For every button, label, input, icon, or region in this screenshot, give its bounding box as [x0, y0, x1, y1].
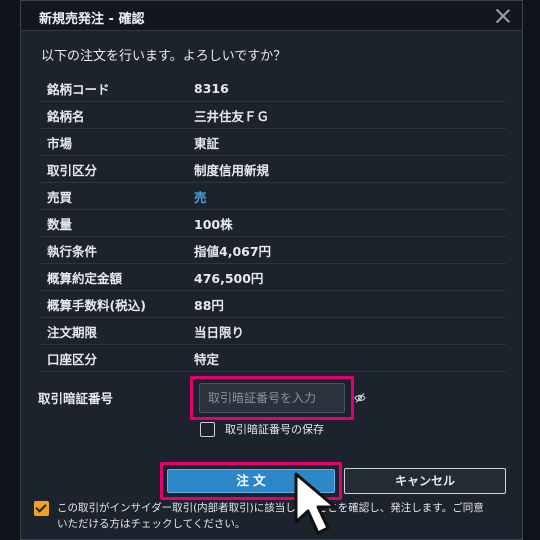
dialog-titlebar: 新規売発注 - 確認 — [21, 1, 522, 31]
row-value: 指値4,067円 — [194, 243, 272, 259]
row-value: 100株 — [194, 216, 233, 232]
table-row: 注文期限 当日限り — [39, 318, 506, 345]
row-value: 東証 — [194, 135, 220, 151]
dialog-title: 新規売発注 - 確認 — [39, 12, 145, 27]
row-label: 概算約定金額 — [47, 270, 123, 286]
save-pin-row: 取引暗証番号の保存 — [200, 421, 324, 437]
row-label: 注文期限 — [47, 324, 98, 340]
mouse-pointer-icon — [294, 472, 337, 535]
order-details-table: 銘柄コード 8316 銘柄名 三井住友ＦＧ 市場 東証 取引区分 制度信用新規 … — [39, 75, 506, 372]
insider-confirm-text: この取引がインサイダー取引(内部者取引)に該当しないことを確認し、発注します。ご… — [57, 502, 484, 530]
row-value: 88円 — [194, 297, 224, 313]
row-label: 概算手数料(税込) — [47, 297, 146, 313]
table-row: 銘柄コード 8316 — [39, 75, 506, 102]
table-row: 概算約定金額 476,500円 — [39, 264, 506, 291]
row-label: 市場 — [47, 135, 73, 151]
row-value: 特定 — [194, 351, 220, 367]
table-row: 口座区分 特定 — [39, 345, 506, 372]
row-value: 8316 — [194, 80, 229, 96]
order-confirm-dialog: 新規売発注 - 確認 以下の注文を行います。よろしいですか？ 銘柄コード 831… — [20, 0, 523, 540]
table-row: 市場 東証 — [39, 129, 506, 156]
row-value: 三井住友ＦＧ — [194, 108, 270, 124]
row-value: 制度信用新規 — [194, 162, 270, 178]
row-label: 銘柄コード — [47, 81, 110, 97]
row-value: 476,500円 — [194, 270, 264, 286]
pin-input[interactable] — [199, 383, 345, 413]
save-pin-checkbox[interactable] — [200, 421, 215, 437]
pin-input-highlight — [190, 376, 354, 420]
row-label: 取引区分 — [47, 162, 98, 178]
pin-label: 取引暗証番号 — [38, 391, 114, 406]
table-row: 概算手数料(税込) 88円 — [39, 291, 506, 318]
table-row: 執行条件 指値4,067円 — [39, 237, 506, 264]
insider-confirm-checkbox[interactable] — [34, 501, 49, 516]
row-label: 口座区分 — [47, 351, 98, 367]
table-row: 売買 売 — [39, 183, 506, 210]
table-row: 数量 100株 — [39, 210, 506, 237]
insider-confirm-row: この取引がインサイダー取引(内部者取引)に該当しないことを確認し、発注します。ご… — [34, 500, 487, 532]
row-label: 数量 — [47, 216, 73, 232]
save-pin-label[interactable]: 取引暗証番号の保存 — [225, 421, 324, 437]
row-label: 売買 — [47, 189, 73, 205]
confirm-prompt: 以下の注文を行います。よろしいですか？ — [41, 49, 287, 64]
table-row: 取引区分 制度信用新規 — [39, 156, 506, 183]
cancel-button[interactable]: キャンセル — [344, 468, 506, 494]
row-value: 当日限り — [194, 324, 245, 340]
close-icon[interactable] — [494, 7, 512, 25]
row-label: 銘柄名 — [47, 108, 85, 124]
table-row: 銘柄名 三井住友ＦＧ — [39, 102, 506, 129]
sell-side-value: 売 — [194, 189, 207, 205]
eye-slash-icon[interactable] — [354, 392, 366, 404]
row-label: 執行条件 — [47, 243, 98, 259]
